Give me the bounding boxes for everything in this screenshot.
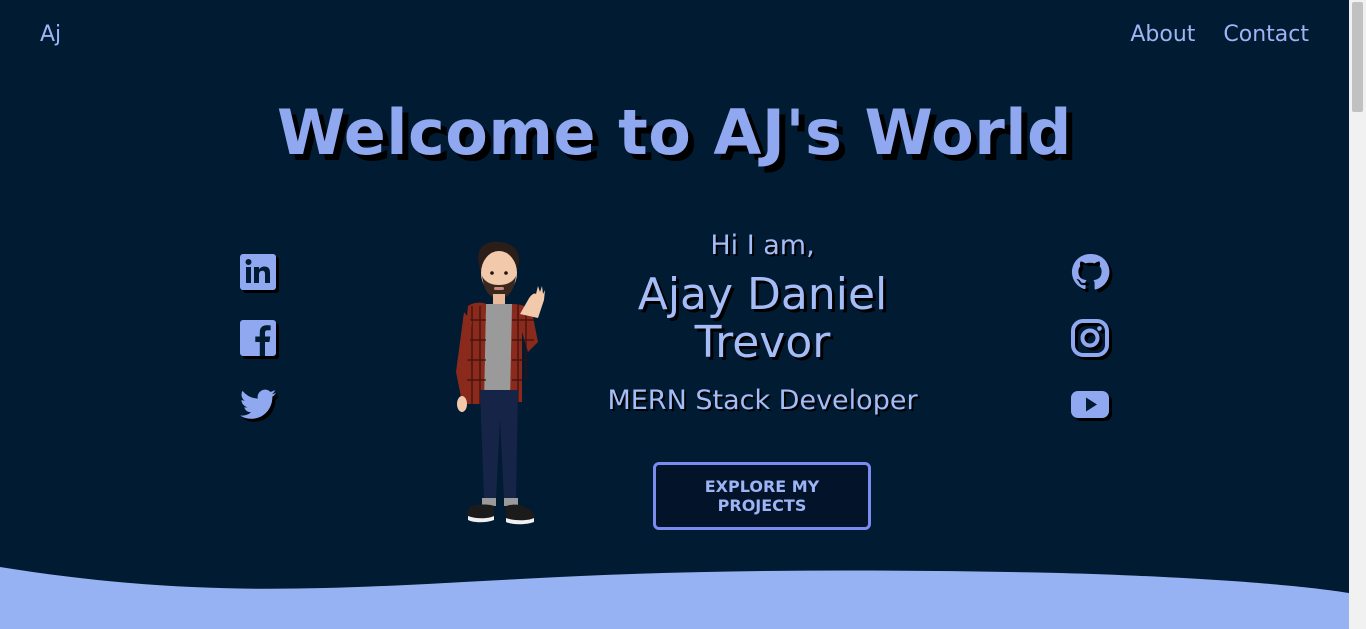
scrollbar[interactable] [1349,0,1366,629]
nav-links: About Contact [1130,22,1309,47]
hero-title: Welcome to AJ's World [277,96,1072,169]
nav-brand[interactable]: Aj [40,22,61,47]
name-line-1: Ajay Daniel [637,269,888,320]
instagram-icon[interactable] [1070,318,1110,358]
explore-projects-button[interactable]: EXPLORE MY PROJECTS [653,462,871,530]
developer-name: Ajay Daniel Trevor [600,271,925,367]
twitter-icon[interactable] [238,384,278,424]
avatar [456,241,545,525]
github-icon[interactable] [1070,252,1110,292]
intro: Hi I am, Ajay Daniel Trevor MERN Stack D… [600,230,925,416]
wave-divider [0,567,1349,629]
name-line-2: Trevor [694,317,831,368]
nav-link-about[interactable]: About [1130,22,1195,47]
page: Aj About Contact Welcome to AJ's World H… [0,0,1349,629]
greeting-text: Hi I am, [710,230,815,261]
social-links-left [238,252,278,424]
facebook-icon[interactable] [238,318,278,358]
nav-link-contact[interactable]: Contact [1223,22,1309,47]
youtube-icon[interactable] [1070,384,1110,424]
role-text: MERN Stack Developer [607,385,918,416]
scrollbar-thumb[interactable] [1352,2,1363,112]
linkedin-icon[interactable] [238,252,278,292]
social-links-right [1070,252,1110,424]
